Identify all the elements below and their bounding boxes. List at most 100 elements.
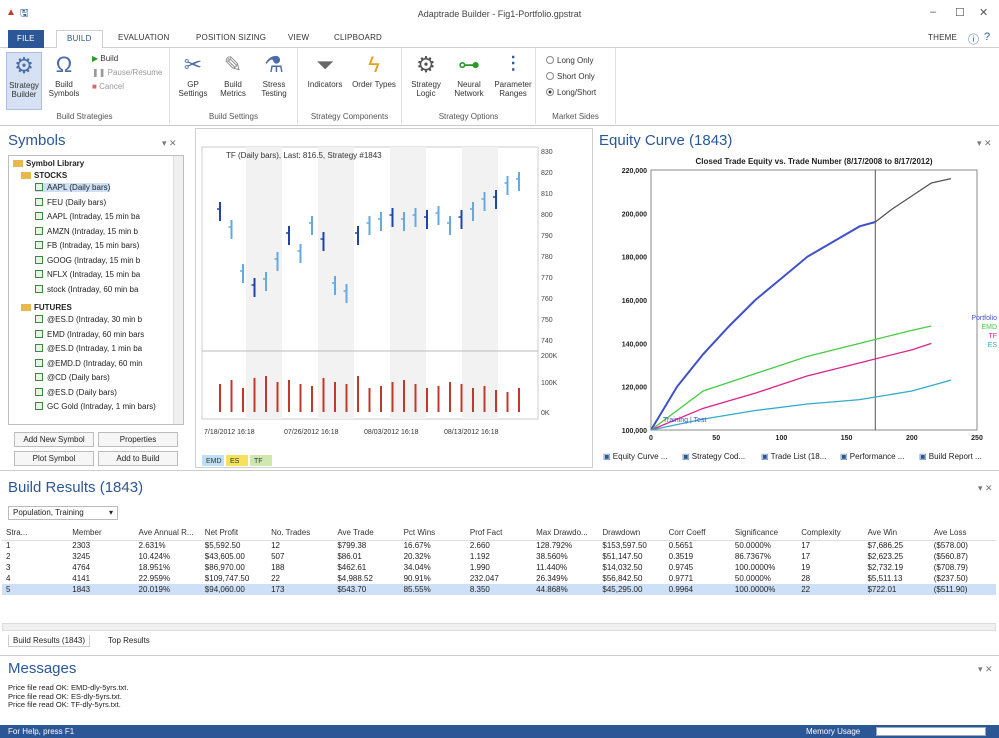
add-new-symbol-button[interactable]: Add New Symbol [14,432,94,447]
tab-clipboard[interactable]: CLIPBOARD [334,33,382,42]
price-chart[interactable]: 830 820 810 800 790 780 770 760 750 740 200K 100K 0K… [196,129,594,469]
column-header[interactable]: Ave Annual R... [134,525,201,541]
column-header[interactable]: Ave Win [863,525,930,541]
tab-icon: ▣ [840,452,848,461]
table-row[interactable]: 4 4141 22.959% $109,747.50 22 $4,988.52 90.91%… [2,573,996,584]
equity-tab[interactable]: ▣ Trade List (18... [761,452,826,461]
pause-resume-button[interactable]: ❚❚ Pause/Resume [92,68,162,77]
build-button[interactable]: ▶ Build [92,54,118,63]
tree-root[interactable]: Symbol Library [13,159,84,168]
group-label: Strategy Components [310,112,389,121]
population-dropdown[interactable]: Population, Training ▾ [8,506,118,520]
volume-bar [380,386,382,412]
column-header[interactable]: Drawdown [598,525,665,541]
column-header[interactable]: Ave Trade [333,525,400,541]
long-only-radio[interactable]: Long Only [546,56,593,65]
gp-settings-button[interactable]: ✂ GP Settings [174,52,212,98]
tree-item-symbol[interactable]: @EMD.D (Intraday, 60 min [35,358,143,368]
tree-item-symbol[interactable]: EMD (Intraday, 60 min bars [35,329,144,339]
pin-icon[interactable]: ▾ ✕ [978,664,993,675]
strategy-logic-button[interactable]: ⚙ Strategy Logic [406,52,446,98]
tree-item-symbol[interactable]: @ES.D (Intraday, 30 min b [35,315,142,324]
tree-folder-futures[interactable]: FUTURES [21,303,72,312]
column-header[interactable]: Complexity [797,525,864,541]
table-cell: $153,597.50 [602,541,647,551]
tab-top-results[interactable]: Top Results [104,635,154,646]
stress-testing-button[interactable]: ⚗ Stress Testing [254,52,294,98]
volume-bar [265,376,267,412]
tree-item-symbol[interactable]: FB (Intraday, 15 min bars) [35,241,139,250]
tab-build-results[interactable]: Build Results (1843) [8,635,91,647]
tab-file[interactable]: FILE [8,30,44,48]
info-icon[interactable]: ⓘ [968,31,979,47]
equity-tab[interactable]: ▣ Build Report ... [919,452,982,461]
help-icon[interactable]: ? [984,31,990,43]
column-header[interactable]: Pct Wins [399,525,466,541]
tree-item-symbol[interactable]: GC Gold (Intraday, 1 min bars) [35,402,156,411]
table-row[interactable]: 1 2303 2.631% $5,592.50 12 $799.38 16.67% 2.660… [2,540,996,551]
column-header[interactable]: Stra... [2,525,69,541]
equity-tab[interactable]: ▣ Performance ... [840,452,904,461]
equity-curve-panel: Equity Curve (1843) ▾ ✕ Closed Trade Equ… [597,128,999,468]
column-header[interactable]: Corr Coeff [664,525,731,541]
column-header[interactable]: Ave Loss [929,525,996,541]
tree-item-symbol[interactable]: AAPL (Intraday, 15 min ba [35,212,140,221]
tab-evaluation[interactable]: EVALUATION [118,33,170,42]
tree-scrollbar[interactable] [173,156,183,424]
tree-folder-stocks[interactable]: STOCKS [21,171,67,180]
close-icon[interactable]: ✕ [979,6,988,19]
table-row[interactable]: 3 4764 18.951% $86,970.00 188 $462.61 34.04% 1.… [2,562,996,573]
tree-item-symbol[interactable]: AAPL (Daily bars) [35,183,111,192]
tree-item-symbol[interactable]: stock (Intraday, 60 min ba [35,284,138,294]
column-header[interactable]: No. Trades [267,525,334,541]
table-cell: $109,747.50 [204,574,250,583]
tree-item-symbol[interactable]: @CD (Daily bars) [35,373,110,382]
order-types-button[interactable]: ϟ Order Types [352,52,396,89]
horizontal-scrollbar[interactable] [2,623,996,631]
theme-menu[interactable]: THEME [928,33,957,42]
column-header[interactable]: Prof Fact [465,525,533,541]
tree-item-symbol[interactable]: GOOG (Intraday, 15 min b [35,255,140,265]
tree-item-symbol[interactable]: FEU (Daily bars) [35,197,106,207]
equity-tab[interactable]: ▣ Equity Curve ... [603,452,667,461]
table-cell: 18.951% [138,563,171,572]
tab-build[interactable]: BUILD [56,30,103,49]
column-header[interactable]: Member [68,525,135,541]
table-row[interactable]: 2 3245 10.424% $43,605.00 507 $86.01 20.32% 1.1… [2,551,996,562]
tree-item-symbol[interactable]: @ES.D (Intraday, 1 min ba [35,344,142,353]
column-header[interactable]: Net Profit [200,525,268,541]
add-to-build-button[interactable]: Add to Build [98,451,178,466]
table-row[interactable]: 5 1843 20.019% $94,060.00 173 $543.70 85.55% 8.… [2,584,996,595]
column-header[interactable]: Significance [730,525,798,541]
short-only-radio[interactable]: Short Only [546,72,595,81]
long-short-radio[interactable]: Long/Short [546,88,596,97]
plot-symbol-button[interactable]: Plot Symbol [14,451,94,466]
build-metrics-button[interactable]: ✎ Build Metrics [214,52,252,98]
x-tick: 150 [841,435,853,442]
parameter-ranges-button[interactable]: ⫶ Parameter Ranges [492,52,534,98]
equity-tab[interactable]: ▣ Strategy Cod... [682,452,745,461]
column-header[interactable]: Max Drawdo... [532,525,599,541]
symbol-tree[interactable]: Symbol Library STOCKS FUTURES AAPL (Dail… [8,155,184,425]
table-cell: 12 [271,541,280,551]
tab-view[interactable]: VIEW [288,33,309,42]
cancel-button[interactable]: ■ Cancel [92,82,124,91]
indicators-button[interactable]: ⏷ Indicators [304,52,346,89]
minimize-icon[interactable]: – [930,6,936,18]
properties-button[interactable]: Properties [98,432,178,447]
messages-panel: Messages ▾ ✕ Price file read OK: EMD-dly… [0,655,999,727]
network-icon: ⊶ [458,52,480,77]
neural-network-button[interactable]: ⊶ Neural Network [448,52,490,98]
volume-bar [322,378,325,412]
pin-icon[interactable]: ▾ ✕ [977,138,992,149]
maximize-icon[interactable]: ☐ [955,6,965,19]
table-cell: 128.792% [536,541,573,551]
tree-item-symbol[interactable]: @ES.D (Daily bars) [35,387,117,397]
tree-item-symbol[interactable]: NFLX (Intraday, 15 min ba [35,270,140,279]
tree-item-symbol[interactable]: AMZN (Intraday, 15 min b [35,226,138,236]
strategy-builder-button[interactable]: ⚙ Strategy Builder [6,52,42,110]
build-symbols-button[interactable]: Ω Build Symbols [46,52,82,98]
tab-position-sizing[interactable]: POSITION SIZING [196,33,266,42]
pin-icon[interactable]: ▾ ✕ [978,483,993,494]
pin-icon[interactable]: ▾ ✕ [162,138,177,149]
